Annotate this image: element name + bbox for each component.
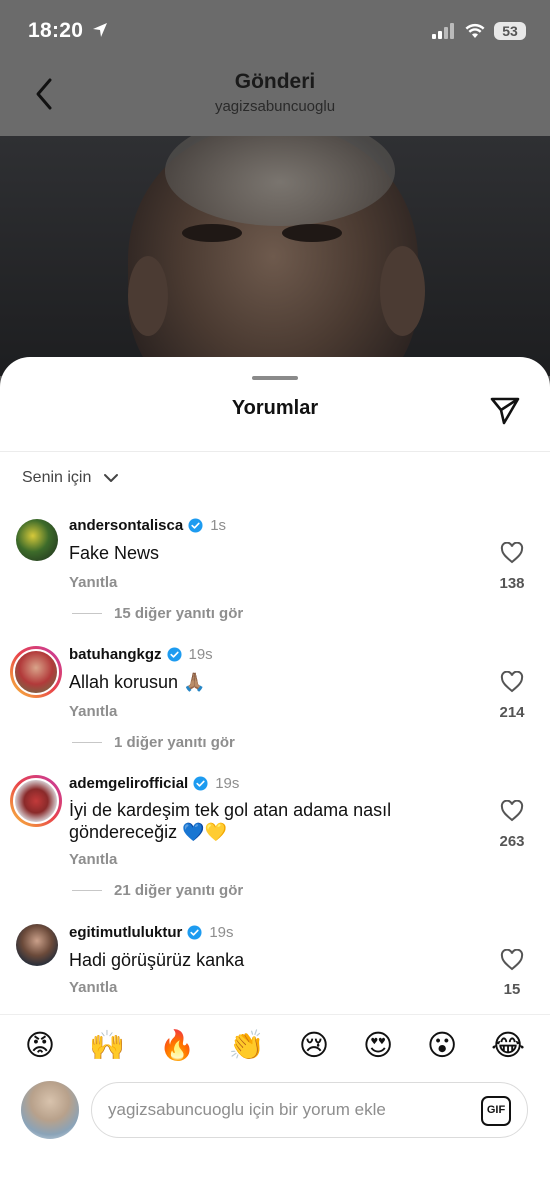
emoji-button[interactable]: 😮	[427, 1032, 457, 1061]
comment-time: 19s	[188, 646, 213, 663]
comment-input[interactable]	[108, 1097, 468, 1123]
photo-eye-shape	[182, 224, 242, 242]
status-bar: 18:20 53	[0, 0, 550, 62]
comment-composer: GIF	[0, 1078, 550, 1190]
page-title: Gönderi	[234, 70, 316, 93]
comment-header: andersontalisca 1s	[69, 517, 226, 534]
comment-username[interactable]: batuhangkgz	[69, 646, 162, 663]
comment-header: egitimutluluktur 19s	[69, 924, 234, 941]
comment-filter-dropdown[interactable]: Senin için	[22, 469, 119, 487]
post-photo	[0, 136, 550, 376]
comment-header: batuhangkgz 19s	[69, 646, 213, 663]
divider	[0, 451, 550, 452]
comment-input-box: GIF	[91, 1082, 528, 1138]
photo-ear-shape	[128, 256, 168, 336]
current-user-avatar	[21, 1081, 79, 1139]
view-replies-label: 1 diğer yanıtı gör	[114, 734, 235, 751]
sheet-title: Yorumlar	[231, 397, 319, 419]
comment-text: İyi de kardeşim tek gol atan adama nasıl…	[69, 800, 392, 842]
avatar-image	[13, 649, 59, 695]
comment-text: Allah korusun 🙏🏽	[69, 672, 206, 692]
heart-icon[interactable]	[500, 542, 524, 564]
chevron-down-icon	[104, 474, 119, 482]
send-icon[interactable]	[488, 393, 522, 427]
avatar-image	[13, 778, 59, 824]
divider	[72, 742, 102, 743]
emoji-button[interactable]: 😍	[363, 1032, 393, 1061]
comment-text: Hadi görüşürüz kanka	[69, 950, 245, 970]
photo-eye-shape	[282, 224, 342, 242]
wifi-icon	[465, 23, 485, 38]
like-count: 263	[499, 833, 525, 850]
comment-time: 1s	[210, 517, 227, 534]
gif-button[interactable]: GIF	[481, 1096, 511, 1126]
heart-icon[interactable]	[500, 671, 524, 693]
view-replies-button[interactable]: 15 diğer yanıtı gör	[72, 605, 243, 622]
emoji-button[interactable]: 😡	[25, 1032, 55, 1061]
reply-button[interactable]: Yanıtla	[69, 703, 117, 720]
comment-time: 19s	[215, 775, 240, 792]
reply-button[interactable]: Yanıtla	[69, 851, 117, 868]
verified-badge-icon	[187, 925, 202, 940]
comment-item: andersontalisca 1s Fake News Yanıtla 15 …	[0, 517, 550, 627]
status-time: 18:20	[28, 19, 108, 43]
view-replies-button[interactable]: 21 diğer yanıtı gör	[72, 882, 243, 899]
heart-icon[interactable]	[500, 949, 524, 971]
like-count: 15	[503, 981, 521, 998]
avatar[interactable]	[10, 646, 62, 698]
photo-ear-shape	[380, 246, 425, 336]
avatar[interactable]	[16, 924, 58, 966]
post-header: Gönderi yagizsabuncuoglu	[0, 62, 550, 136]
comment-item: ademgelirofficial 19s İyi de kardeşim te…	[0, 775, 550, 905]
status-icons: 53	[432, 22, 526, 40]
like-count: 138	[499, 575, 525, 592]
reply-button[interactable]: Yanıtla	[69, 979, 117, 996]
view-replies-button[interactable]: 1 diğer yanıtı gör	[72, 734, 235, 751]
post-author[interactable]: yagizsabuncuoglu	[0, 98, 550, 115]
sheet-grabber[interactable]	[252, 376, 298, 380]
comment-item: batuhangkgz 19s Allah korusun 🙏🏽 Yanıtla…	[0, 646, 550, 756]
emoji-button[interactable]: 🔥	[159, 1032, 195, 1061]
view-replies-label: 21 diğer yanıtı gör	[114, 882, 244, 899]
emoji-button[interactable]: 👏	[229, 1032, 265, 1061]
comment-header: ademgelirofficial 19s	[69, 775, 239, 792]
comment-username[interactable]: andersontalisca	[69, 517, 183, 534]
emoji-reaction-bar: 😡 🙌 🔥 👏 😢 😍 😮 😂	[0, 1014, 550, 1078]
battery-indicator: 53	[494, 22, 526, 40]
view-replies-label: 15 diğer yanıtı gör	[114, 605, 244, 622]
avatar[interactable]	[10, 775, 62, 827]
avatar[interactable]	[16, 519, 58, 561]
like-count: 214	[499, 704, 525, 721]
divider	[72, 890, 102, 891]
comment-username[interactable]: egitimutluluktur	[69, 924, 182, 941]
divider	[72, 613, 102, 614]
signal-icon	[432, 23, 454, 39]
reply-button[interactable]: Yanıtla	[69, 574, 117, 591]
comment-text: Fake News	[69, 543, 160, 563]
verified-badge-icon	[166, 647, 182, 662]
comment-time: 19s	[209, 924, 234, 941]
emoji-button[interactable]: 😂	[491, 1032, 525, 1061]
filter-label: Senin için	[22, 469, 92, 486]
verified-badge-icon	[188, 518, 203, 533]
emoji-button[interactable]: 😢	[299, 1032, 329, 1061]
verified-badge-icon	[193, 776, 208, 791]
comment-item: egitimutluluktur 19s Hadi görüşürüz kank…	[0, 924, 550, 1014]
heart-icon[interactable]	[500, 800, 524, 822]
comment-username[interactable]: ademgelirofficial	[69, 775, 188, 792]
emoji-button[interactable]: 🙌	[89, 1032, 125, 1061]
location-arrow-icon	[93, 23, 108, 37]
